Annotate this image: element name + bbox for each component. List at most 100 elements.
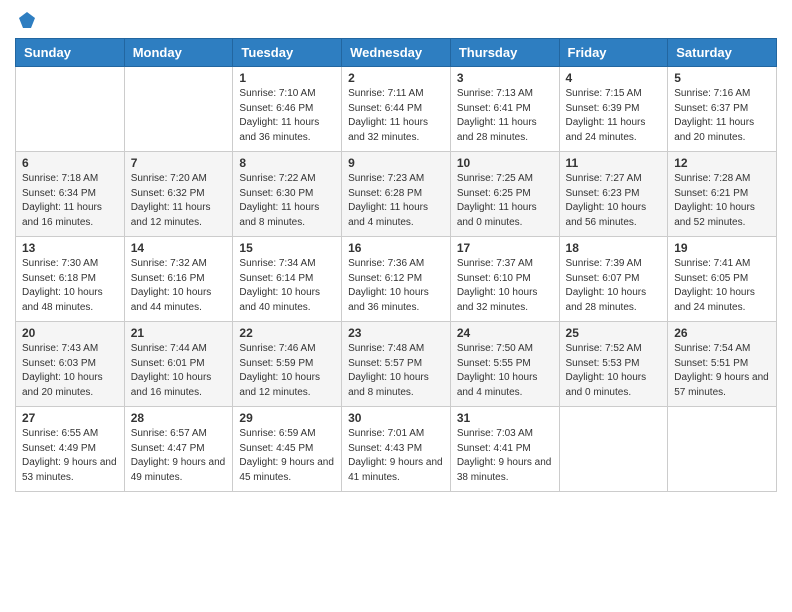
day-number: 11 — [566, 156, 662, 170]
col-thursday: Thursday — [450, 39, 559, 67]
calendar-cell: 24 Sunrise: 7:50 AMSunset: 5:55 PMDayligh… — [450, 322, 559, 407]
col-monday: Monday — [124, 39, 233, 67]
col-tuesday: Tuesday — [233, 39, 342, 67]
day-number: 25 — [566, 326, 662, 340]
calendar-header-row: Sunday Monday Tuesday Wednesday Thursday… — [16, 39, 777, 67]
calendar-week-row: 13Sunrise: 7:30 AMSunset: 6:18 PMDayligh… — [16, 237, 777, 322]
calendar-cell: 4 Sunrise: 7:15 AMSunset: 6:39 PMDaylight… — [559, 67, 668, 152]
col-sunday: Sunday — [16, 39, 125, 67]
day-number: 8 — [239, 156, 335, 170]
day-info: Sunrise: 7:25 AMSunset: 6:25 PMDaylight:… — [457, 172, 553, 230]
calendar-cell: 1Sunrise: 7:10 AMSunset: 6:46 PMDaylight… — [233, 67, 342, 152]
day-number: 14 — [131, 241, 227, 255]
calendar-table: Sunday Monday Tuesday Wednesday Thursday… — [15, 38, 777, 492]
calendar-cell: 26 Sunrise: 7:54 AMSunset: 5:51 PMDayligh… — [668, 322, 777, 407]
day-number: 13 — [22, 241, 118, 255]
logo — [15, 10, 37, 30]
day-info: Sunrise: 7:15 AMSunset: 6:39 PMDaylight:… — [566, 87, 662, 145]
day-info: Sunrise: 7:34 AMSunset: 6:14 PMDaylight:… — [239, 257, 335, 315]
day-info: Sunrise: 7:54 AMSunset: 5:51 PMDaylight:… — [674, 342, 770, 400]
day-number: 9 — [348, 156, 444, 170]
day-info: Sunrise: 7:46 AMSunset: 5:59 PMDaylight:… — [239, 342, 335, 400]
calendar-cell: 15 Sunrise: 7:34 AMSunset: 6:14 PMDayligh… — [233, 237, 342, 322]
day-info: Sunrise: 7:44 AMSunset: 6:01 PMDaylight:… — [131, 342, 227, 400]
calendar-cell: 6Sunrise: 7:18 AMSunset: 6:34 PMDaylight… — [16, 152, 125, 237]
day-number: 19 — [674, 241, 770, 255]
day-info: Sunrise: 6:57 AMSunset: 4:47 PMDaylight:… — [131, 427, 227, 485]
day-info: Sunrise: 7:22 AMSunset: 6:30 PMDaylight:… — [239, 172, 335, 230]
day-info: Sunrise: 6:55 AMSunset: 4:49 PMDaylight:… — [22, 427, 118, 485]
logo-flag-icon — [17, 10, 37, 30]
calendar-cell — [668, 407, 777, 492]
day-info: Sunrise: 7:50 AMSunset: 5:55 PMDaylight:… — [457, 342, 553, 400]
calendar-cell: 10 Sunrise: 7:25 AMSunset: 6:25 PMDayligh… — [450, 152, 559, 237]
day-number: 16 — [348, 241, 444, 255]
day-info: Sunrise: 7:20 AMSunset: 6:32 PMDaylight:… — [131, 172, 227, 230]
calendar-cell: 9 Sunrise: 7:23 AMSunset: 6:28 PMDaylight… — [342, 152, 451, 237]
page: Sunday Monday Tuesday Wednesday Thursday… — [0, 0, 792, 612]
day-number: 23 — [348, 326, 444, 340]
day-info: Sunrise: 7:32 AMSunset: 6:16 PMDaylight:… — [131, 257, 227, 315]
calendar-cell: 11Sunrise: 7:27 AMSunset: 6:23 PMDayligh… — [559, 152, 668, 237]
day-info: Sunrise: 7:39 AMSunset: 6:07 PMDaylight:… — [566, 257, 662, 315]
calendar-cell: 20 Sunrise: 7:43 AMSunset: 6:03 PMDayligh… — [16, 322, 125, 407]
day-number: 20 — [22, 326, 118, 340]
day-info: Sunrise: 6:59 AMSunset: 4:45 PMDaylight:… — [239, 427, 335, 485]
day-number: 26 — [674, 326, 770, 340]
calendar-cell: 27 Sunrise: 6:55 AMSunset: 4:49 PMDayligh… — [16, 407, 125, 492]
col-wednesday: Wednesday — [342, 39, 451, 67]
calendar-cell — [124, 67, 233, 152]
day-number: 2 — [348, 71, 444, 85]
day-info: Sunrise: 7:43 AMSunset: 6:03 PMDaylight:… — [22, 342, 118, 400]
calendar-week-row: 20 Sunrise: 7:43 AMSunset: 6:03 PMDayligh… — [16, 322, 777, 407]
calendar-week-row: 27 Sunrise: 6:55 AMSunset: 4:49 PMDayligh… — [16, 407, 777, 492]
day-number: 17 — [457, 241, 553, 255]
day-info: Sunrise: 7:28 AMSunset: 6:21 PMDaylight:… — [674, 172, 770, 230]
calendar-cell: 28 Sunrise: 6:57 AMSunset: 4:47 PMDayligh… — [124, 407, 233, 492]
day-number: 28 — [131, 411, 227, 425]
day-number: 12 — [674, 156, 770, 170]
day-number: 7 — [131, 156, 227, 170]
day-info: Sunrise: 7:36 AMSunset: 6:12 PMDaylight:… — [348, 257, 444, 315]
calendar-cell: 2Sunrise: 7:11 AMSunset: 6:44 PMDaylight… — [342, 67, 451, 152]
calendar-cell: 13Sunrise: 7:30 AMSunset: 6:18 PMDayligh… — [16, 237, 125, 322]
day-info: Sunrise: 7:23 AMSunset: 6:28 PMDaylight:… — [348, 172, 444, 230]
calendar-cell: 19 Sunrise: 7:41 AMSunset: 6:05 PMDayligh… — [668, 237, 777, 322]
calendar-cell: 31Sunrise: 7:03 AMSunset: 4:41 PMDayligh… — [450, 407, 559, 492]
calendar-cell: 16 Sunrise: 7:36 AMSunset: 6:12 PMDayligh… — [342, 237, 451, 322]
day-info: Sunrise: 7:18 AMSunset: 6:34 PMDaylight:… — [22, 172, 118, 230]
day-info: Sunrise: 7:41 AMSunset: 6:05 PMDaylight:… — [674, 257, 770, 315]
calendar-cell — [16, 67, 125, 152]
calendar-cell: 12 Sunrise: 7:28 AMSunset: 6:21 PMDayligh… — [668, 152, 777, 237]
day-number: 18 — [566, 241, 662, 255]
col-friday: Friday — [559, 39, 668, 67]
day-info: Sunrise: 7:16 AMSunset: 6:37 PMDaylight:… — [674, 87, 770, 145]
day-number: 24 — [457, 326, 553, 340]
header — [15, 10, 777, 30]
calendar-cell: 18 Sunrise: 7:39 AMSunset: 6:07 PMDayligh… — [559, 237, 668, 322]
day-number: 27 — [22, 411, 118, 425]
calendar-cell: 30Sunrise: 7:01 AMSunset: 4:43 PMDayligh… — [342, 407, 451, 492]
calendar-cell: 3 Sunrise: 7:13 AMSunset: 6:41 PMDaylight… — [450, 67, 559, 152]
col-saturday: Saturday — [668, 39, 777, 67]
calendar-cell: 17 Sunrise: 7:37 AMSunset: 6:10 PMDayligh… — [450, 237, 559, 322]
day-number: 21 — [131, 326, 227, 340]
day-number: 4 — [566, 71, 662, 85]
day-number: 10 — [457, 156, 553, 170]
day-number: 29 — [239, 411, 335, 425]
calendar-cell — [559, 407, 668, 492]
day-number: 31 — [457, 411, 553, 425]
calendar-week-row: 6Sunrise: 7:18 AMSunset: 6:34 PMDaylight… — [16, 152, 777, 237]
day-number: 30 — [348, 411, 444, 425]
calendar-cell: 21 Sunrise: 7:44 AMSunset: 6:01 PMDayligh… — [124, 322, 233, 407]
day-number: 3 — [457, 71, 553, 85]
day-number: 22 — [239, 326, 335, 340]
day-info: Sunrise: 7:37 AMSunset: 6:10 PMDaylight:… — [457, 257, 553, 315]
calendar-cell: 29 Sunrise: 6:59 AMSunset: 4:45 PMDayligh… — [233, 407, 342, 492]
day-number: 5 — [674, 71, 770, 85]
calendar-cell: 23Sunrise: 7:48 AMSunset: 5:57 PMDayligh… — [342, 322, 451, 407]
day-number: 15 — [239, 241, 335, 255]
calendar-cell: 8 Sunrise: 7:22 AMSunset: 6:30 PMDaylight… — [233, 152, 342, 237]
day-info: Sunrise: 7:13 AMSunset: 6:41 PMDaylight:… — [457, 87, 553, 145]
calendar-cell: 25Sunrise: 7:52 AMSunset: 5:53 PMDayligh… — [559, 322, 668, 407]
